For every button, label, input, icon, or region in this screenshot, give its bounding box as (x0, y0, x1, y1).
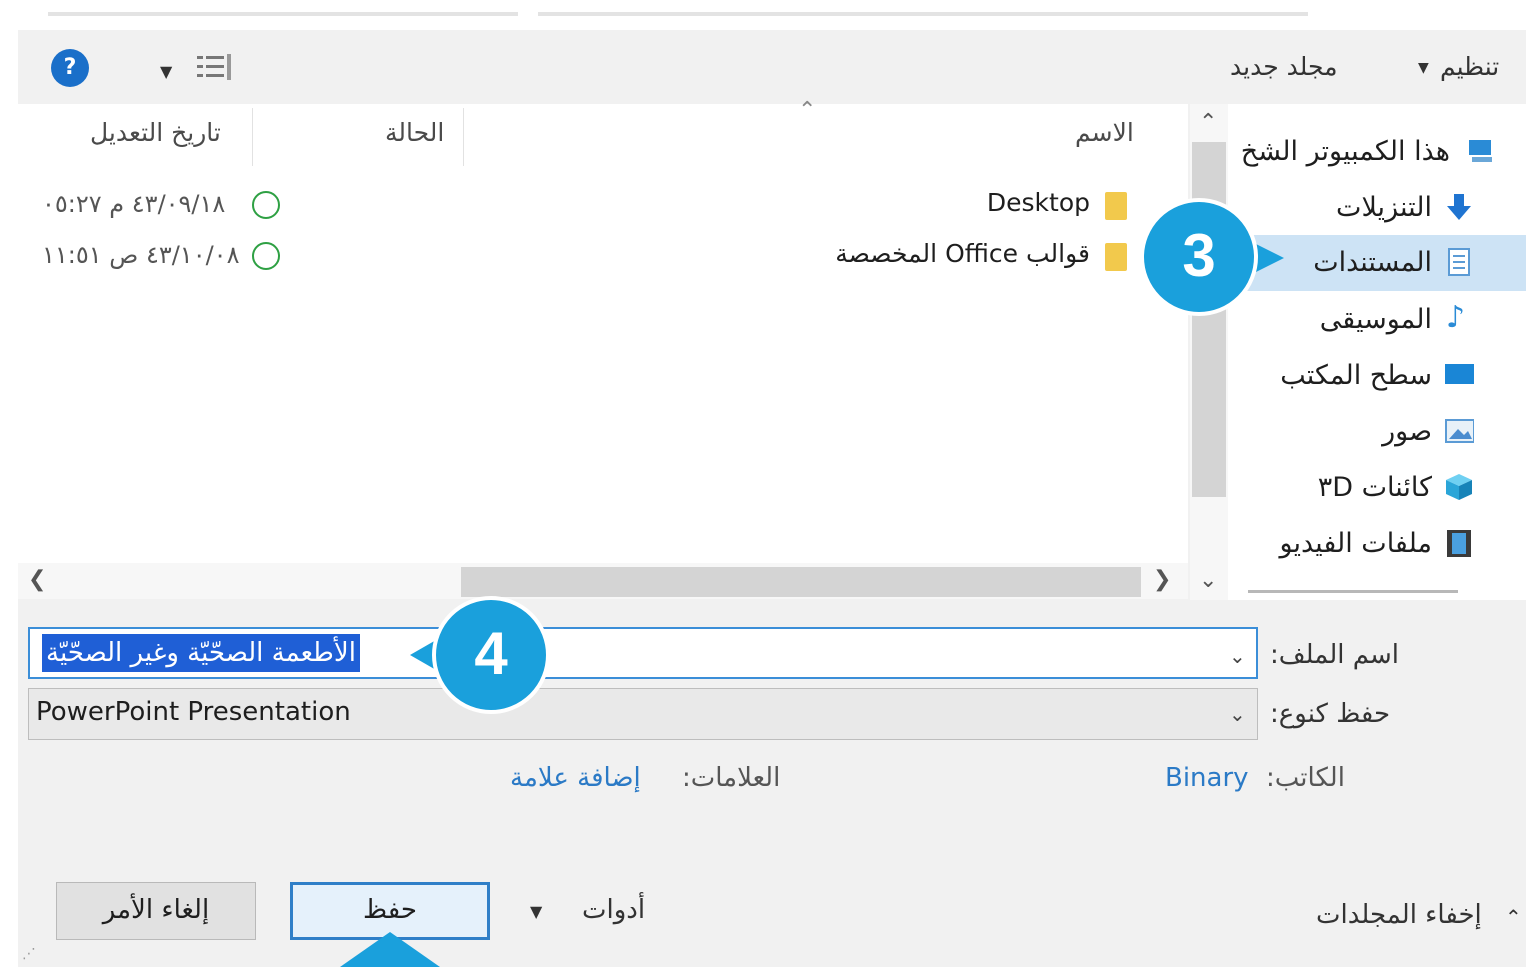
horizontal-scroll-thumb[interactable] (461, 567, 1141, 597)
file-modified-date: ٤٣/٠٩/١٨ م ٠٥:٢٧ (42, 190, 226, 218)
scroll-left-icon[interactable]: ❮ (28, 567, 46, 592)
file-name: قوالب Office المخصصة (835, 239, 1090, 268)
nav-item-label: هذا الكمبيوتر الشخ (1240, 136, 1450, 167)
3d-objects-icon (1446, 474, 1472, 500)
organize-dropdown-icon[interactable]: ▼ (1418, 60, 1429, 76)
column-separator[interactable] (463, 108, 464, 166)
computer-icon (1469, 140, 1492, 162)
callout-pointer (340, 932, 440, 967)
folder-icon (1105, 243, 1127, 271)
file-name: Desktop (986, 188, 1090, 217)
new-folder-button[interactable]: مجلد جديد (1230, 52, 1338, 81)
nav-item-label: الموسيقى (1319, 304, 1432, 335)
nav-item-downloads[interactable]: التنزيلات (1228, 184, 1526, 234)
column-header-name[interactable]: الاسم (1075, 118, 1134, 147)
step-4-callout: 4 (432, 596, 550, 714)
pictures-icon (1445, 419, 1474, 443)
hide-folders-button[interactable]: إخفاء المجلدات (1316, 900, 1482, 930)
organize-button[interactable]: تنظيم (1440, 52, 1499, 81)
file-row[interactable]: قوالب Office المخصصة ٤٣/١٠/٠٨ ص ١١:٥١ (30, 237, 1180, 277)
nav-item-label: المستندات (1313, 247, 1432, 278)
savetype-label: حفظ كنوع: (1270, 699, 1391, 729)
column-header-status[interactable]: الحالة (385, 118, 444, 147)
scroll-down-icon[interactable]: ⌄ (1199, 568, 1217, 593)
music-icon: ♪ (1446, 300, 1466, 335)
savetype-value: PowerPoint Presentation (36, 697, 351, 727)
nav-item-3d-objects[interactable]: كائنات ٣D (1228, 464, 1526, 514)
nav-item-label: سطح المكتب (1280, 360, 1432, 391)
filename-dropdown-icon[interactable]: ⌄ (1229, 644, 1246, 668)
nav-item-pictures[interactable]: صور (1228, 408, 1526, 458)
resize-grip-icon[interactable]: ⋰ (22, 946, 36, 962)
filename-selected-text[interactable]: الأطعمة الصحّيّة وغير الصحّيّة (42, 634, 360, 672)
sync-check-icon (252, 191, 280, 219)
title-strip-segment (48, 12, 518, 16)
view-options-dropdown-icon[interactable]: ▼ (160, 62, 172, 81)
dialog-title-strip (18, 0, 1526, 30)
sort-ascending-icon: ⌃ (798, 98, 817, 123)
author-label: الكاتب: (1266, 763, 1345, 793)
file-row[interactable]: Desktop ٤٣/٠٩/١٨ م ٠٥:٢٧ (30, 186, 1180, 226)
view-list-icon[interactable] (195, 52, 235, 84)
nav-item-label: ملفات الفيديو (1279, 528, 1432, 559)
nav-item-label: صور (1382, 416, 1432, 447)
add-tag-link[interactable]: إضافة علامة (510, 763, 641, 793)
tools-button[interactable]: أدوات (582, 895, 645, 925)
desktop-icon (1445, 364, 1474, 384)
nav-item-videos[interactable]: ملفات الفيديو (1228, 520, 1526, 570)
savetype-dropdown-icon[interactable]: ⌄ (1229, 702, 1246, 726)
column-separator[interactable] (252, 108, 253, 166)
download-icon (1447, 194, 1471, 220)
nav-item-partial (1228, 584, 1526, 600)
nav-item-label: التنزيلات (1336, 192, 1432, 223)
tags-label: العلامات: (682, 763, 781, 793)
nav-item-this-pc[interactable]: هذا الكمبيوتر الشخ (1228, 128, 1526, 178)
file-modified-date: ٤٣/١٠/٠٨ ص ١١:٥١ (42, 241, 240, 269)
step-3-callout: 3 (1140, 198, 1258, 316)
column-header-modified[interactable]: تاريخ التعديل (90, 118, 221, 147)
documents-icon (1448, 248, 1470, 276)
filename-label: اسم الملف: (1270, 640, 1400, 670)
author-value[interactable]: Binary (1165, 763, 1249, 793)
file-list (18, 104, 1188, 598)
nav-item-label: كائنات ٣D (1317, 472, 1432, 503)
sync-check-icon (252, 242, 280, 270)
nav-item-music[interactable]: ♪ الموسيقى (1228, 296, 1526, 346)
title-strip-segment (538, 12, 1308, 16)
cancel-button[interactable]: إلغاء الأمر (56, 882, 256, 940)
hide-folders-chevron-icon[interactable]: ⌃ (1505, 905, 1522, 929)
help-icon[interactable]: ? (51, 49, 89, 87)
folder-icon (1105, 192, 1127, 220)
scroll-right-icon[interactable]: ❯ (1153, 567, 1171, 592)
scroll-up-icon[interactable]: ⌃ (1199, 110, 1217, 135)
nav-item-desktop[interactable]: سطح المكتب (1228, 352, 1526, 402)
tools-dropdown-icon[interactable]: ▼ (530, 902, 542, 921)
video-icon (1447, 530, 1471, 557)
nav-vertical-scroll-thumb[interactable] (1192, 142, 1226, 497)
